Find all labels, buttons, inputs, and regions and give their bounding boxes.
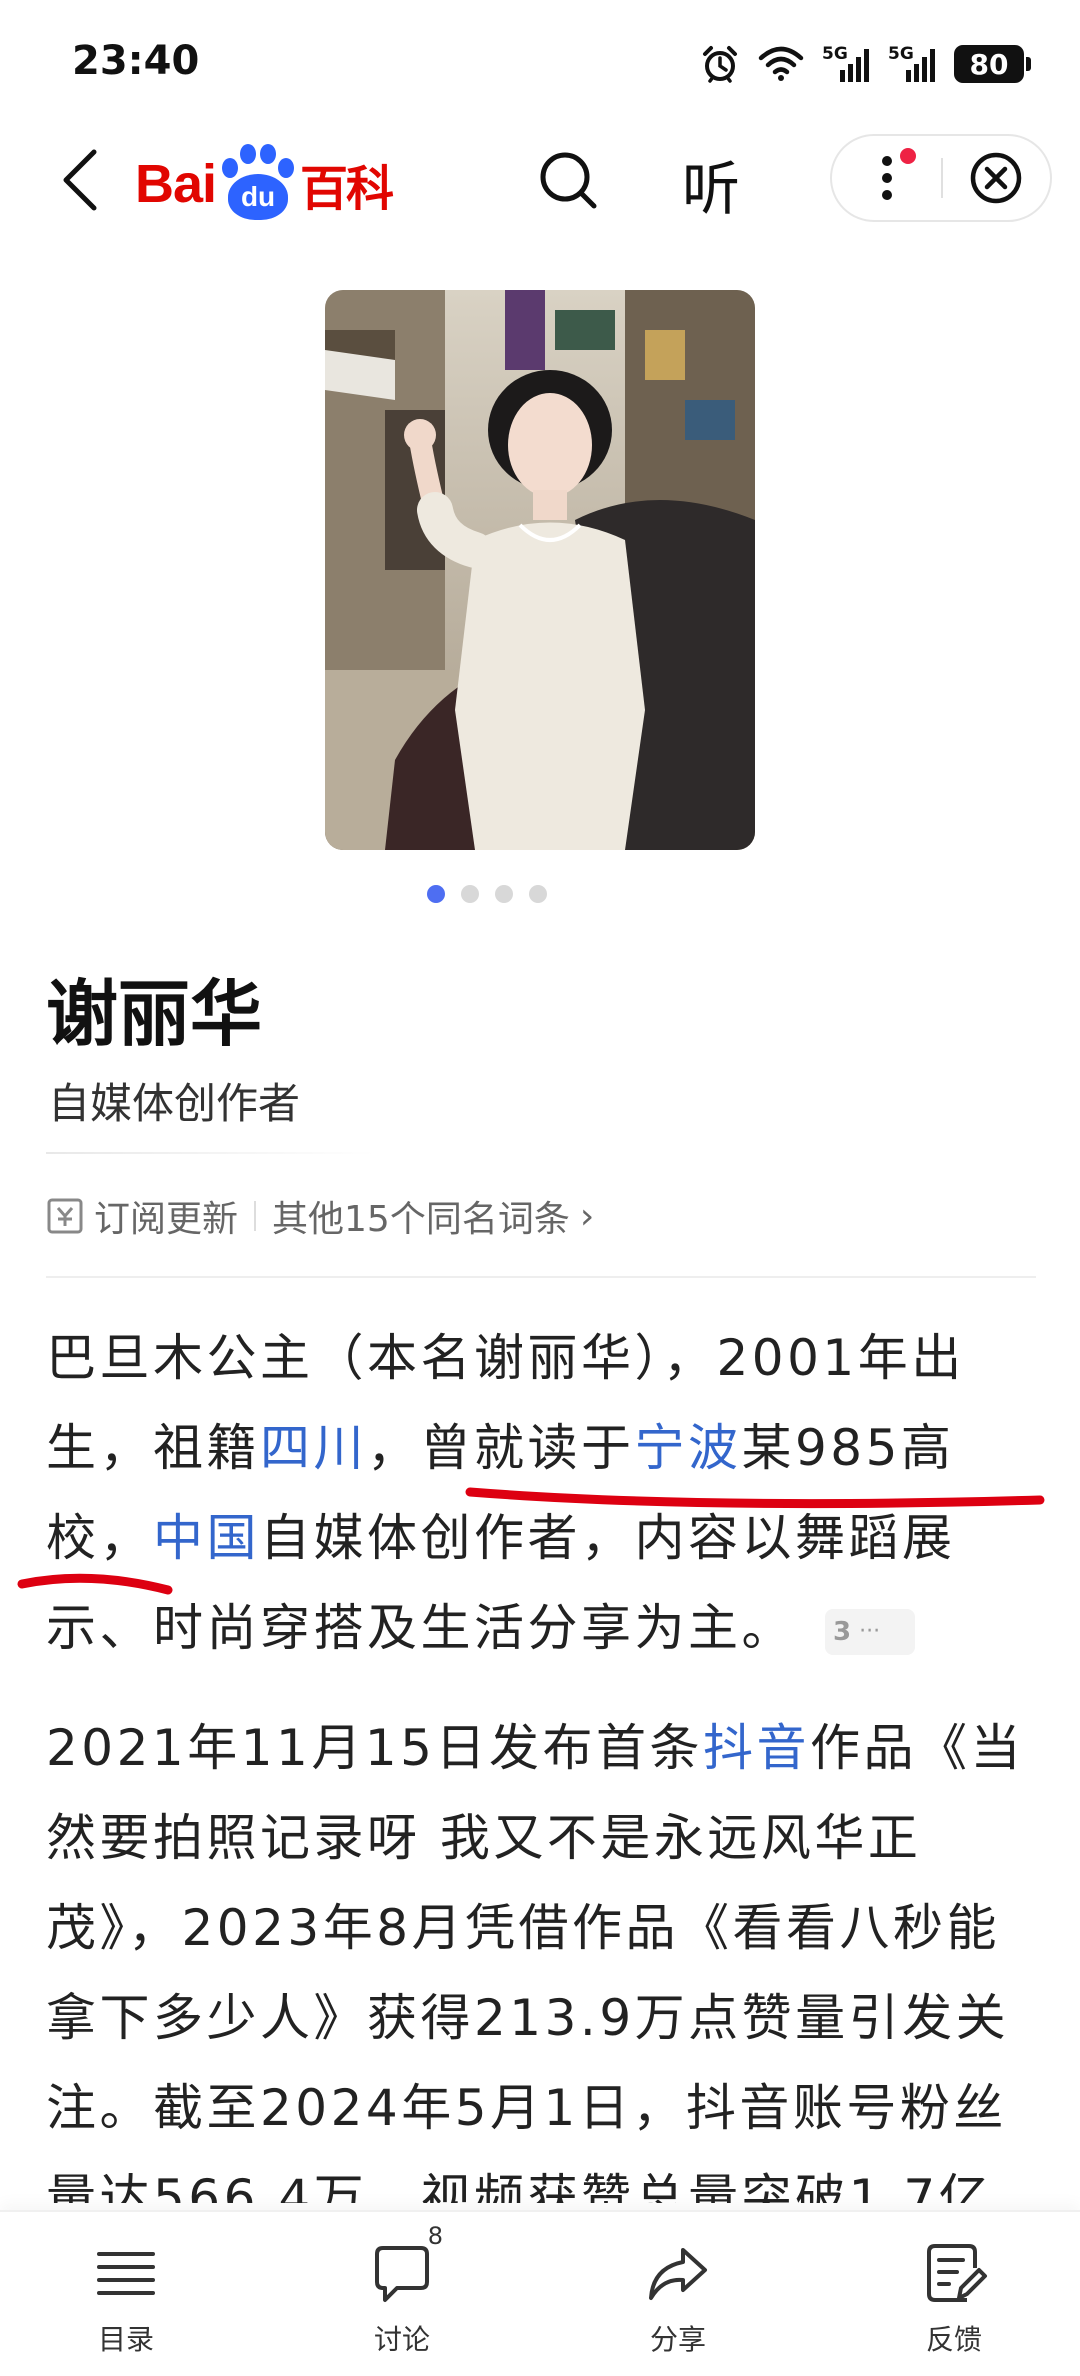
page-subtitle: 自媒体创作者 bbox=[48, 1079, 301, 1128]
intro-paragraph: 巴旦木公主（本名谢丽华），2001年出生，祖籍四川，曾就读于宁波某985高校，中… bbox=[46, 1329, 965, 1657]
share-button[interactable]: 分享 bbox=[588, 2240, 768, 2358]
close-circle-icon bbox=[971, 152, 1022, 204]
logo-bai: Bai bbox=[135, 154, 217, 214]
carousel-dot[interactable] bbox=[461, 885, 479, 903]
comment-icon: 8 bbox=[367, 2222, 443, 2310]
section-divider bbox=[46, 1276, 1036, 1278]
career-paragraph: 2021年11月15日发布首条抖音作品《当然要拍照记录呀 我又不是永远风华正茂》… bbox=[46, 1719, 1024, 2203]
subscribe-icon bbox=[47, 1198, 83, 1234]
more-button[interactable] bbox=[832, 136, 941, 220]
logo-baike: 百科 bbox=[300, 161, 394, 217]
bottom-toolbar: 目录 8 讨论 分享 反馈 bbox=[0, 2210, 1080, 2376]
discuss-count-badge: 8 bbox=[427, 2222, 443, 2250]
toc-button[interactable]: 目录 bbox=[36, 2240, 216, 2358]
feedback-edit-icon bbox=[919, 2240, 989, 2310]
link-ningbo[interactable]: 宁波 bbox=[635, 1419, 742, 1477]
listen-button[interactable]: 听 bbox=[682, 142, 740, 226]
hero-image[interactable] bbox=[325, 290, 755, 850]
more-vertical-icon bbox=[881, 156, 892, 200]
carousel-dot[interactable] bbox=[529, 885, 547, 903]
discuss-label: 讨论 bbox=[373, 2323, 430, 2356]
same-name-entries-link[interactable]: 其他15个同名词条 › bbox=[272, 1190, 594, 1242]
share-icon bbox=[643, 2240, 713, 2310]
carousel-dot[interactable] bbox=[495, 885, 513, 903]
search-icon bbox=[540, 152, 597, 209]
status-time: 23:40 bbox=[72, 38, 200, 84]
wifi-icon bbox=[758, 46, 804, 82]
meta-row: 订阅更新 其他15个同名词条 › bbox=[46, 1190, 594, 1242]
meta-separator bbox=[254, 1201, 257, 1231]
back-button[interactable] bbox=[50, 144, 110, 216]
alarm-icon bbox=[700, 44, 740, 84]
status-bar: 23:40 5G 5G 80 bbox=[0, 0, 1080, 120]
feedback-button[interactable]: 反馈 bbox=[864, 2240, 1044, 2358]
link-douyin[interactable]: 抖音 bbox=[703, 1719, 810, 1777]
paw-icon: du bbox=[218, 144, 298, 224]
mini-program-capsule bbox=[830, 134, 1052, 222]
notification-dot bbox=[900, 148, 916, 164]
chevron-right-icon: › bbox=[579, 1195, 595, 1237]
link-sichuan[interactable]: 四川 bbox=[260, 1419, 367, 1477]
same-name-label: 其他15个同名词条 bbox=[272, 1199, 570, 1240]
signal-icon: 5G bbox=[822, 44, 870, 84]
close-button[interactable] bbox=[943, 136, 1050, 220]
subscribe-button[interactable]: 订阅更新 bbox=[46, 1190, 238, 1242]
baidu-baike-logo: Bai du 百科 bbox=[135, 144, 394, 224]
carousel-dots bbox=[0, 885, 1080, 903]
page-title: 谢丽华 bbox=[46, 972, 263, 1056]
battery-indicator: 80 bbox=[954, 45, 1031, 83]
list-icon bbox=[91, 2240, 161, 2310]
carousel-dot[interactable] bbox=[427, 885, 445, 903]
citation-badge[interactable]: 3 ··· bbox=[825, 1608, 915, 1655]
logo-du: du bbox=[228, 174, 289, 220]
toc-label: 目录 bbox=[97, 2323, 154, 2356]
top-nav: Bai du 百科 听 bbox=[0, 120, 1080, 240]
link-china[interactable]: 中国 bbox=[153, 1509, 260, 1567]
status-icons: 5G 5G 80 bbox=[700, 40, 1031, 88]
discuss-button[interactable]: 8 讨论 bbox=[312, 2222, 492, 2358]
signal-icon-2: 5G bbox=[888, 44, 936, 84]
title-divider bbox=[46, 1152, 376, 1154]
chevron-left-icon bbox=[63, 149, 97, 211]
feedback-label: 反馈 bbox=[925, 2323, 982, 2356]
subscribe-label: 订阅更新 bbox=[94, 1199, 239, 1240]
share-label: 分享 bbox=[649, 2323, 706, 2356]
search-button[interactable] bbox=[536, 148, 600, 212]
